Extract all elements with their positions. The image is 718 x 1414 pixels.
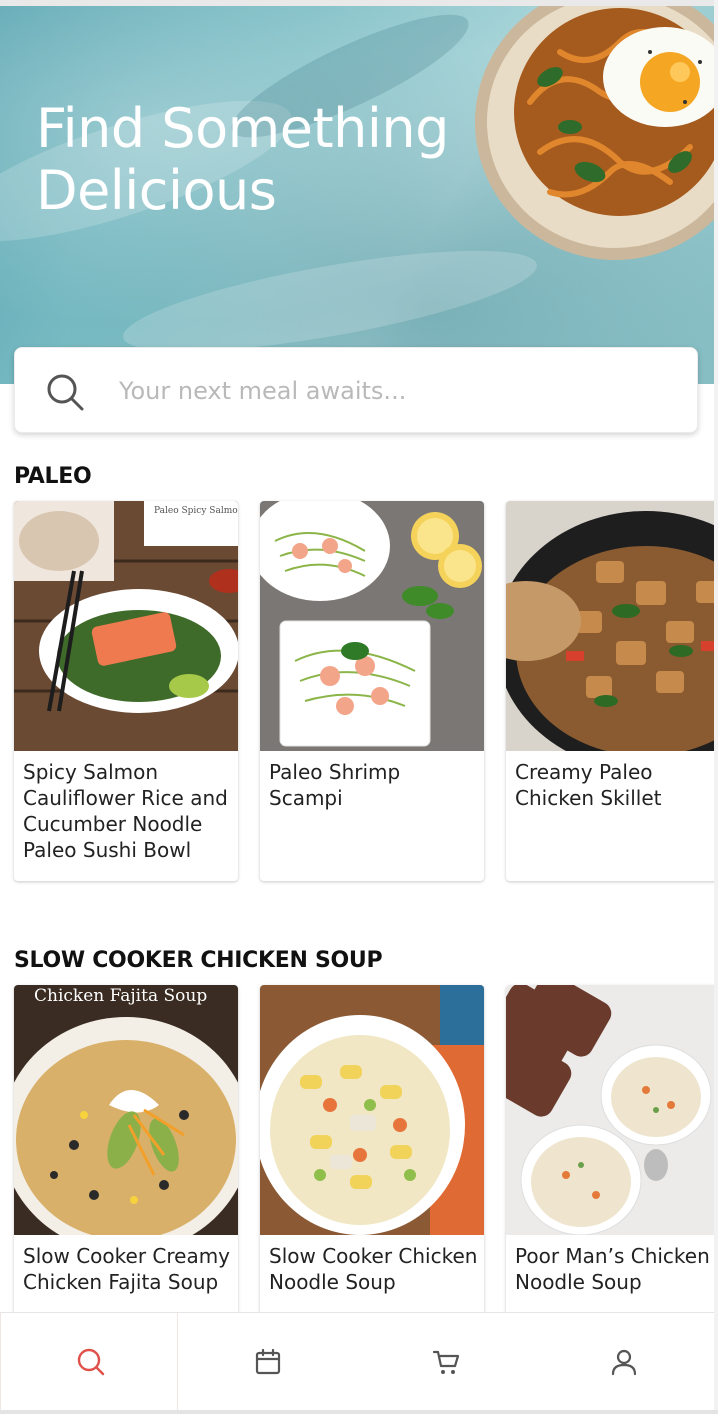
recipe-card[interactable]: Slow Cooker Chicken Noodle Soup [260, 985, 484, 1365]
image-caption: Paleo Spicy Salmon Sushi Bowl [154, 506, 238, 516]
recipe-card[interactable]: Poor Man’s Chicken Noodle Soup [506, 985, 718, 1365]
recipe-card[interactable]: Creamy Paleo Chicken Skillet [506, 501, 718, 881]
recipe-title: Creamy Paleo Chicken Skillet [515, 760, 662, 810]
recipe-card[interactable]: Paleo Spicy Salmon Sushi Bowl Spicy Salm… [14, 501, 238, 881]
recipe-title: Spicy Salmon Cauliflower Rice and Cucumb… [23, 760, 228, 862]
cart-icon [432, 1350, 460, 1374]
bottom-navigation [0, 1312, 714, 1411]
hero-banner: Find Something Delicious [0, 6, 714, 384]
recipe-image [260, 501, 484, 751]
search-icon [77, 1348, 105, 1376]
search-icon [47, 374, 84, 411]
hero-food-plate-image [475, 6, 714, 260]
image-caption: Chicken Fajita Soup [34, 986, 207, 1006]
recipe-image [506, 501, 718, 751]
recipe-title: Paleo Shrimp Scampi [269, 760, 401, 810]
hero-title: Find Something Delicious [36, 97, 449, 222]
nav-tab-profile[interactable] [534, 1313, 712, 1411]
section-title-slow-cooker-chicken-soup: SLOW COOKER CHICKEN SOUP [14, 948, 383, 973]
recipe-image: Paleo Spicy Salmon Sushi Bowl [14, 501, 238, 751]
search-input[interactable] [119, 373, 679, 409]
user-icon [611, 1349, 637, 1376]
recipe-card[interactable]: Chicken Fajita Soup Slow Cooker Creamy C… [14, 985, 238, 1365]
search-bar[interactable] [14, 347, 698, 433]
recipe-card[interactable]: Paleo Shrimp Scampi [260, 501, 484, 881]
nav-tab-search[interactable] [0, 1313, 178, 1411]
bottom-edge [0, 1410, 718, 1414]
scroll-edge [714, 0, 718, 1414]
recipe-image [260, 985, 484, 1235]
nav-tab-calendar[interactable] [178, 1313, 356, 1411]
recipe-image: Chicken Fajita Soup [14, 985, 238, 1235]
section-title-paleo: PALEO [14, 464, 92, 489]
calendar-icon [255, 1348, 281, 1375]
nav-tab-cart[interactable] [356, 1313, 534, 1411]
recipe-image [506, 985, 718, 1235]
